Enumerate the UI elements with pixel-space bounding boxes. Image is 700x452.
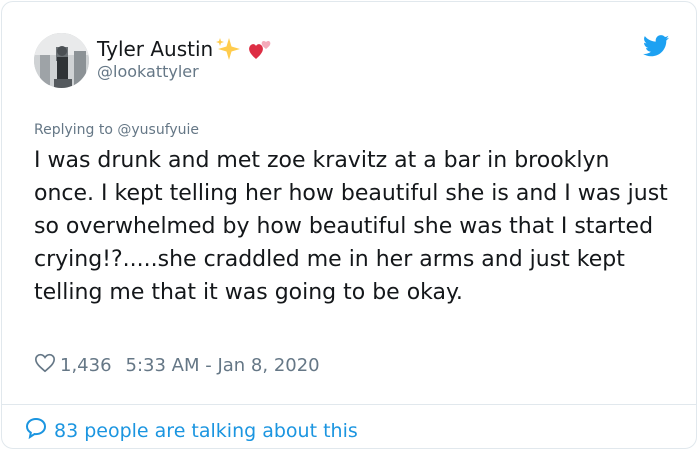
conversation-link[interactable]: 83 people are talking about this	[24, 416, 358, 445]
divider	[2, 404, 696, 405]
conversation-text: 83 people are talking about this	[54, 419, 358, 442]
revolving-hearts-icon	[245, 35, 273, 63]
tweet-card: Tyler Austin @lookattyler Replying to @y…	[1, 1, 697, 449]
avatar[interactable]	[34, 33, 89, 88]
author-handle[interactable]: @lookattyler	[97, 62, 199, 81]
sparkles-icon	[215, 35, 243, 63]
tweet-text: I was drunk and met zoe kravitz at a bar…	[34, 148, 668, 305]
heart-outline-icon[interactable]	[34, 352, 56, 378]
author-name-row: Tyler Austin	[97, 35, 273, 63]
replying-to[interactable]: Replying to @yusufyuie	[34, 122, 199, 138]
twitter-bird-icon[interactable]	[643, 35, 669, 61]
timestamp[interactable]: 5:33 AM - Jan 8, 2020	[126, 355, 320, 376]
avatar-image	[34, 33, 89, 88]
speech-bubble-icon	[24, 416, 48, 445]
tweet-meta: 1,436 5:33 AM - Jan 8, 2020	[34, 352, 320, 378]
author-name[interactable]: Tyler Austin	[97, 36, 213, 62]
like-count: 1,436	[60, 354, 112, 376]
